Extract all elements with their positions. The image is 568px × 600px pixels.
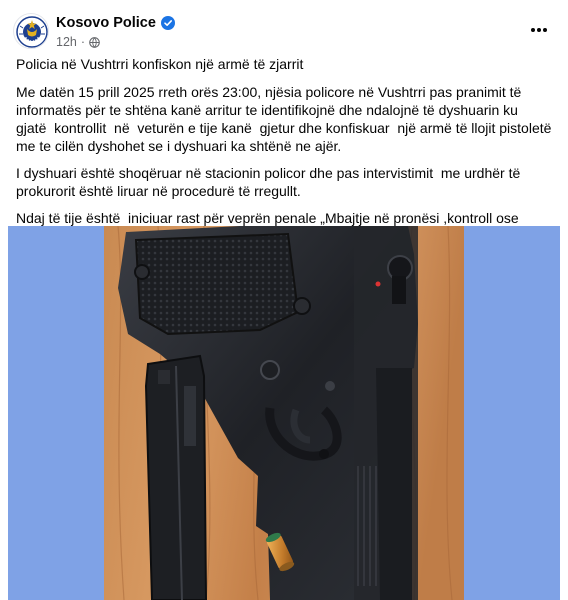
- page-name[interactable]: Kosovo Police: [56, 15, 175, 31]
- facebook-post: Kosovo Police 12h · Policia në Vushtrri …: [0, 0, 568, 600]
- post-paragraph: Me datën 15 prill 2025 rreth orës 23:00,…: [16, 84, 556, 154]
- pistol-grip: [134, 232, 300, 336]
- globe-icon[interactable]: [89, 36, 100, 48]
- post-paragraph-title: Policia në Vushtrri konfiskon një armë t…: [16, 56, 304, 72]
- verified-badge-icon: [160, 16, 175, 30]
- post-timestamp[interactable]: 12h: [56, 35, 77, 49]
- post-paragraph: I dyshuari është shoqëruar në stacionin …: [16, 165, 525, 199]
- separator-dot: ·: [80, 35, 86, 49]
- post-body-text: Policia në Vushtrri konfiskon një armë t…: [16, 55, 552, 254]
- post-photo[interactable]: [8, 226, 560, 600]
- kosovo-police-logo-avatar[interactable]: [13, 13, 49, 49]
- more-options-icon: [531, 28, 547, 32]
- post-header: Kosovo Police 12h ·: [0, 0, 568, 56]
- author-name[interactable]: Kosovo Police: [56, 15, 156, 31]
- post-meta: 12h ·: [56, 35, 100, 49]
- pistol-photo-image: [104, 226, 464, 600]
- more-options-button[interactable]: [526, 20, 552, 40]
